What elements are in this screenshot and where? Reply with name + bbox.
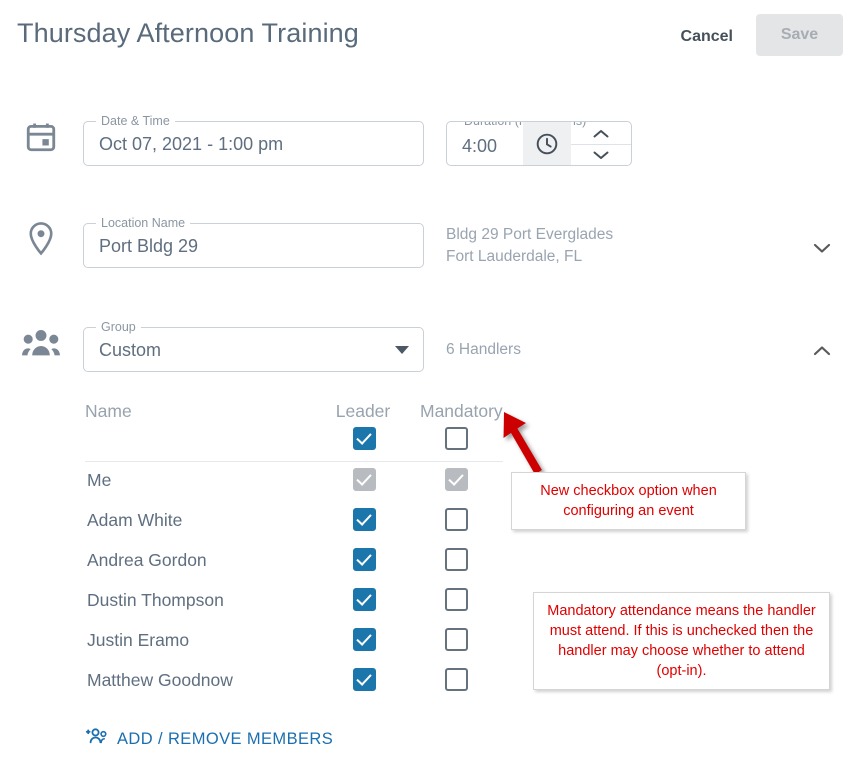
checkbox-glyph [353,468,376,491]
leader-checkbox[interactable] [353,668,376,691]
member-name: Andrea Gordon [87,550,207,570]
column-header-leader: Leader [335,401,391,421]
leader-checkbox[interactable] [353,628,376,651]
select-all-mandatory-checkbox[interactable] [445,427,468,450]
location-name-label: Location Name [96,216,191,230]
checkbox-glyph [445,548,468,571]
mandatory-checkbox [445,468,468,491]
table-row: Justin Eramo [85,622,505,662]
add-remove-members-button[interactable]: ADD / REMOVE MEMBERS [84,727,333,752]
table-row: Adam White [85,502,505,542]
mandatory-checkbox[interactable] [445,668,468,691]
mandatory-checkbox[interactable] [445,548,468,571]
datetime-field[interactable]: Date & Time Oct 07, 2021 - 1:00 pm [83,114,424,166]
mandatory-checkbox[interactable] [445,588,468,611]
duration-decrement-button[interactable] [571,144,631,165]
duration-field[interactable]: Duration (Hours:Mins) 4:00 [446,121,632,166]
duration-increment-button[interactable] [571,123,631,144]
member-name: Dustin Thompson [87,590,224,610]
duration-value: 4:00 [462,136,498,156]
people-group-icon [18,328,64,365]
select-all-leader-checkbox[interactable] [353,427,376,450]
members-table-body: Me Adam White Andrea Gordon Dustin Thompson… [85,462,505,702]
checkbox-glyph [445,468,468,491]
caret-down-icon[interactable] [395,346,409,354]
checkbox-glyph [445,508,468,531]
checkbox-glyph [353,668,376,691]
duration-stepper[interactable] [571,122,631,165]
group-expand-toggle[interactable] [808,337,836,365]
checkbox-glyph [353,508,376,531]
location-address-line1: Bldg 29 Port Everglades [446,226,614,243]
checkbox-glyph [353,548,376,571]
member-name: Justin Eramo [87,630,190,650]
dialog-header: Thursday Afternoon Training Cancel Save [0,0,858,72]
location-address: Bldg 29 Port Everglades Fort Lauderdale,… [446,224,613,268]
leader-checkbox [353,468,376,491]
checkbox-glyph [445,427,468,450]
checkbox-glyph [353,588,376,611]
mandatory-checkbox[interactable] [445,628,468,651]
annotation-callout-1: New checkbox option when configuring an … [511,472,746,530]
location-address-line2: Fort Lauderdale, FL [446,248,583,265]
table-row: Matthew Goodnow [85,662,505,702]
add-remove-members-label: ADD / REMOVE MEMBERS [117,730,334,748]
column-header-mandatory: Mandatory [420,401,503,421]
table-row: Me [85,462,505,502]
page-title: Thursday Afternoon Training [17,18,359,48]
group-label: Group [96,320,141,334]
checkbox-glyph [445,668,468,691]
checkbox-glyph [353,628,376,651]
member-name: Me [87,470,112,490]
checkbox-glyph [353,427,376,450]
handlers-count: 6 Handlers [446,341,521,358]
column-header-name: Name [85,401,132,421]
leader-checkbox[interactable] [353,508,376,531]
location-expand-toggle[interactable] [808,234,836,262]
leader-checkbox[interactable] [353,548,376,571]
group-value: Custom [99,340,162,360]
calendar-icon [18,120,64,159]
table-row: Andrea Gordon [85,542,505,582]
members-table-header: Name Leader Mandatory [85,398,505,462]
person-add-icon [84,727,110,752]
save-button[interactable]: Save [756,14,843,56]
clock-icon[interactable] [523,122,571,165]
cancel-button[interactable]: Cancel [673,22,741,52]
map-pin-icon [18,221,64,262]
member-name: Adam White [87,510,183,530]
member-name: Matthew Goodnow [87,670,233,690]
datetime-label: Date & Time [96,114,175,128]
leader-checkbox[interactable] [353,588,376,611]
mandatory-checkbox[interactable] [445,508,468,531]
table-row: Dustin Thompson [85,582,505,622]
checkbox-glyph [445,588,468,611]
annotation-callout-2: Mandatory attendance means the handler m… [533,592,830,690]
group-select[interactable]: Group Custom [83,320,424,372]
members-table: Name Leader Mandatory Me Adam White Andrea… [85,398,505,702]
checkbox-glyph [445,628,468,651]
location-name-field[interactable]: Location Name Port Bldg 29 [83,216,424,268]
datetime-value: Oct 07, 2021 - 1:00 pm [99,134,284,154]
location-name-value: Port Bldg 29 [99,236,199,256]
